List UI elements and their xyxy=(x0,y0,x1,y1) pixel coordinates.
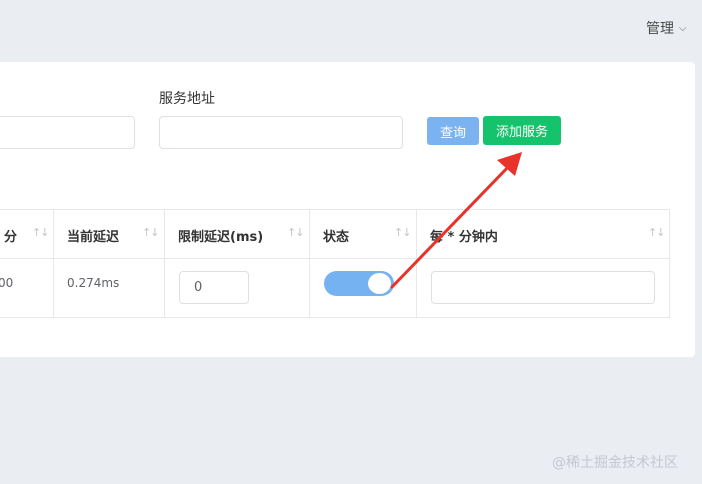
sort-icon[interactable]: ↑↓ xyxy=(32,226,49,239)
sort-icon[interactable]: ↑↓ xyxy=(287,226,304,239)
column-divider xyxy=(53,210,54,317)
sort-icon[interactable]: ↑↓ xyxy=(394,226,411,239)
sort-icon[interactable]: ↑↓ xyxy=(648,226,665,239)
column-header-per-minute: 每 * 分钟内 xyxy=(430,230,498,245)
column-header-limit-latency: 限制延迟(ms) xyxy=(178,230,264,245)
service-address-label: 服务地址 xyxy=(159,91,215,107)
column-header-current-latency: 当前延迟 xyxy=(67,230,120,245)
per-minute-input[interactable] xyxy=(431,271,655,304)
cell-score: 00 xyxy=(0,276,14,290)
column-divider xyxy=(309,210,310,317)
column-divider xyxy=(416,210,417,317)
query-button[interactable]: 查询 xyxy=(427,117,479,145)
column-divider xyxy=(164,210,165,317)
sort-icon[interactable]: ↑↓ xyxy=(142,226,159,239)
service-table: 分 ↑↓ 当前延迟 ↑↓ 限制延迟(ms) ↑↓ 状态 ↑↓ 每 * 分钟内 ↑… xyxy=(0,209,670,318)
user-menu-label: 管理 xyxy=(646,21,674,37)
status-toggle[interactable] xyxy=(324,271,394,296)
cell-current-latency: 0.274ms xyxy=(67,276,120,290)
user-menu[interactable]: 管理 ⌵ xyxy=(646,18,687,38)
chevron-down-icon: ⌵ xyxy=(679,22,687,34)
header-divider xyxy=(0,258,669,259)
column-header-score: 分 xyxy=(4,230,18,245)
watermark: @稀土掘金技术社区 xyxy=(552,455,678,471)
column-header-status: 状态 xyxy=(323,230,350,245)
add-service-button[interactable]: 添加服务 xyxy=(483,116,561,145)
limit-latency-input[interactable] xyxy=(179,271,249,304)
service-address-input[interactable] xyxy=(159,116,403,149)
filter-input-left[interactable] xyxy=(0,116,135,149)
toggle-knob xyxy=(368,273,391,294)
